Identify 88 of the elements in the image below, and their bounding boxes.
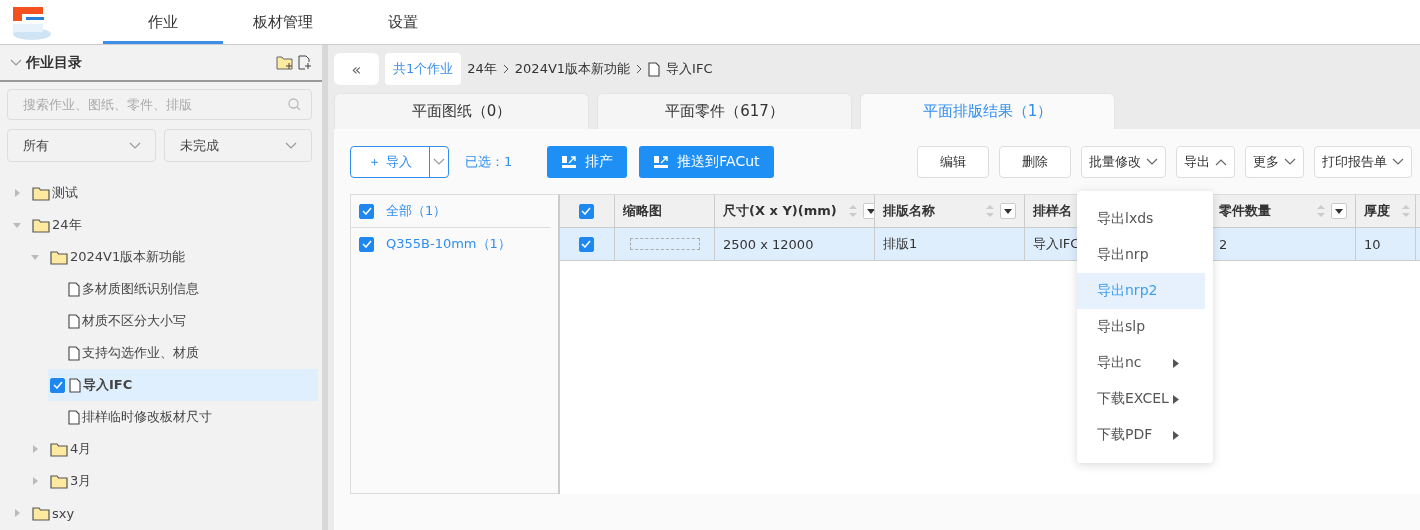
folder-icon	[50, 473, 68, 489]
folder-icon	[50, 441, 68, 457]
column-header[interactable]: 排样名	[1033, 202, 1072, 220]
column-header[interactable]: 缩略图	[623, 202, 662, 220]
folder-icon	[32, 505, 50, 521]
chevron-right-icon	[502, 64, 509, 74]
tab[interactable]: 平面零件（617）	[597, 93, 852, 129]
collapse-button[interactable]: «	[334, 53, 379, 85]
submenu-arrow-icon	[1173, 358, 1179, 368]
checkbox[interactable]	[578, 236, 594, 252]
sidebar-title: 作业目录	[26, 53, 83, 72]
filter-dropdown-icon[interactable]	[1000, 203, 1016, 219]
chevron-down-icon	[1284, 158, 1296, 166]
table-cell: 2500 x 12000	[723, 236, 814, 252]
column-header[interactable]: 零件数量	[1219, 202, 1271, 220]
file-icon	[68, 345, 80, 361]
menu-item[interactable]: 下载EXCEL	[1077, 381, 1205, 417]
tree-item[interactable]: sxy	[52, 505, 75, 521]
tree-item[interactable]: 排样临时修改板材尺寸	[82, 408, 212, 426]
export-icon	[653, 155, 670, 169]
breadcrumb-link[interactable]: 2024V1版本新功能	[514, 60, 631, 78]
filter-dropdown-icon[interactable]	[1331, 203, 1347, 219]
selected-count: 已选：1	[465, 153, 513, 171]
menu-item[interactable]: 导出nc	[1077, 345, 1205, 381]
folder-icon	[32, 185, 50, 201]
tab[interactable]: 平面图纸（0）	[334, 93, 589, 129]
dropdown-button[interactable]: 更多	[1245, 146, 1304, 178]
tree-item[interactable]: 2024V1版本新功能	[70, 248, 186, 266]
tree-item[interactable]: 支持勾选作业、材质	[82, 344, 199, 362]
file-icon	[648, 61, 661, 77]
chevron-down-icon	[433, 158, 445, 166]
filter-select[interactable]: 未完成	[163, 129, 312, 162]
new-folder-icon[interactable]	[276, 55, 294, 70]
dropdown-button[interactable]: 导出	[1176, 146, 1235, 178]
file-icon	[68, 281, 80, 297]
checkbox[interactable]	[359, 203, 374, 219]
filter-dropdown-icon[interactable]	[862, 203, 874, 219]
file-icon	[68, 409, 80, 425]
file-icon	[69, 377, 81, 393]
select-all-checkbox[interactable]	[578, 203, 594, 219]
chevron-down-icon	[1146, 158, 1158, 166]
tree-item[interactable]: 导入IFC	[83, 376, 133, 394]
search-field[interactable]: 搜索作业、图纸、零件、排版	[7, 89, 312, 120]
checkbox[interactable]	[50, 377, 65, 393]
folder-icon	[50, 249, 68, 265]
tree-row-highlight[interactable]: 导入IFC	[48, 369, 318, 401]
nav-tab[interactable]: 设置	[343, 0, 463, 44]
table-cell: 10	[1364, 236, 1381, 252]
toolbar-button[interactable]: 编辑	[917, 146, 989, 178]
toolbar-button[interactable]: 删除	[999, 146, 1071, 178]
nav-tab[interactable]: 板材管理	[223, 0, 343, 44]
dropdown-button[interactable]: 打印报告单	[1314, 146, 1412, 178]
search-icon	[288, 98, 301, 111]
column-header[interactable]: 排版名称	[883, 202, 935, 220]
table-cell: 2	[1219, 236, 1228, 252]
checkbox[interactable]	[359, 236, 374, 252]
submenu-arrow-icon	[1173, 394, 1179, 404]
tree-item[interactable]: 3月	[70, 472, 92, 490]
folder-icon	[32, 217, 50, 233]
chevron-down-icon	[10, 58, 22, 67]
tree-item[interactable]: 材质不区分大小写	[82, 312, 186, 330]
column-header[interactable]: 尺寸(X x Y)(mm)	[723, 202, 837, 220]
breadcrumb-link[interactable]: 24年	[467, 60, 497, 78]
dropdown-button[interactable]: 批量修改	[1081, 146, 1166, 178]
new-file-icon[interactable]	[298, 55, 312, 70]
job-count-button[interactable]: 共1个作业	[385, 53, 462, 85]
thumbnail-drawing	[630, 238, 700, 250]
submenu-arrow-icon	[1173, 430, 1179, 440]
file-icon	[68, 313, 80, 329]
menu-item[interactable]: 导出slp	[1077, 309, 1205, 345]
table-cell: 导入IFC	[1033, 235, 1080, 253]
chevron-up-icon	[1215, 158, 1227, 166]
logo-icon	[12, 4, 52, 40]
tree-item[interactable]: 多材质图纸识别信息	[82, 280, 199, 298]
filter-select[interactable]: 所有	[7, 129, 156, 162]
chevron-right-icon	[636, 64, 643, 74]
import-split-button[interactable]: ＋ 导入	[350, 146, 449, 178]
breadcrumb-current: 导入IFC	[666, 60, 713, 78]
table-cell: 排版1	[883, 235, 918, 253]
tree-item[interactable]: 24年	[52, 216, 82, 234]
chevron-down-icon	[128, 141, 141, 150]
column-header[interactable]: 厚度	[1364, 202, 1390, 220]
menu-item[interactable]: 下载PDF	[1077, 417, 1205, 453]
chevron-down-icon	[1392, 158, 1404, 166]
tree-item[interactable]: 4月	[70, 440, 92, 458]
chevron-down-icon	[285, 141, 297, 150]
tree-item[interactable]: 测试	[52, 184, 78, 202]
export-icon	[561, 155, 578, 169]
